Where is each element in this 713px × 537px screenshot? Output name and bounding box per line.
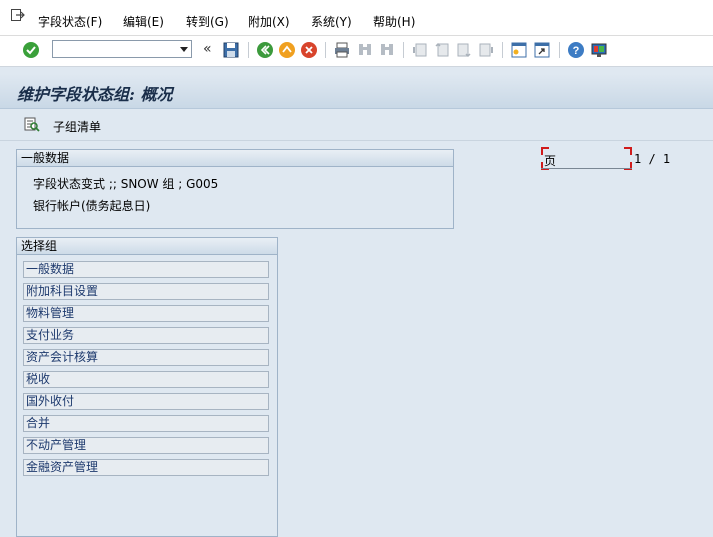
chevron-down-icon[interactable] <box>180 47 188 52</box>
find-icon[interactable] <box>356 41 374 59</box>
group-item-asset-accounting[interactable]: 资产会计核算 <box>23 349 269 366</box>
select-group-header: 选择组 <box>17 238 277 255</box>
group-description-text: 银行帐户(债务起息日) <box>33 199 151 213</box>
new-session-icon[interactable] <box>510 41 528 59</box>
subgroup-list-icon[interactable] <box>24 116 40 132</box>
group-item-taxes[interactable]: 税收 <box>23 371 269 388</box>
subgroup-list-button[interactable]: 子组清单 <box>53 118 101 135</box>
exit-icon[interactable] <box>278 41 296 59</box>
prev-page-icon[interactable] <box>433 41 451 59</box>
shortcut-icon[interactable] <box>533 41 551 59</box>
group-item-materials-management[interactable]: 物料管理 <box>23 305 269 322</box>
select-group-box: 选择组 一般数据 附加科目设置 物料管理 支付业务 资产会计核算 税收 国外收付… <box>16 237 278 537</box>
command-field[interactable] <box>52 40 192 58</box>
general-data-header: 一般数据 <box>17 150 453 167</box>
menu-goto[interactable]: 转到(G) <box>186 13 229 30</box>
menu-edit[interactable]: 编辑(E) <box>123 13 164 30</box>
title-bar: 维护字段状态组: 概况 <box>0 74 713 109</box>
menu-bar: 字段状态(F) 编辑(E) 转到(G) 附加(X) 系统(Y) 帮助(H) <box>0 0 713 36</box>
menu-extras[interactable]: 附加(X) <box>248 13 290 30</box>
print-icon[interactable] <box>333 41 351 59</box>
menu-exit-icon[interactable] <box>11 9 25 21</box>
next-page-icon[interactable] <box>455 41 473 59</box>
group-item-general-data[interactable]: 一般数据 <box>23 261 269 278</box>
cancel-icon[interactable] <box>300 41 318 59</box>
application-toolbar: 子组清单 <box>0 109 713 141</box>
collapse-icon[interactable]: « <box>203 41 212 57</box>
group-item-financial-assets[interactable]: 金融资产管理 <box>23 459 269 476</box>
group-item-consolidation[interactable]: 合并 <box>23 415 269 432</box>
last-page-icon[interactable] <box>477 41 495 59</box>
menu-field-status[interactable]: 字段状态(F) <box>38 13 102 30</box>
group-item-real-estate[interactable]: 不动产管理 <box>23 437 269 454</box>
first-page-icon[interactable] <box>411 41 429 59</box>
group-item-additional-account[interactable]: 附加科目设置 <box>23 283 269 300</box>
find-next-icon[interactable] <box>378 41 396 59</box>
svg-text:?: ? <box>573 45 580 57</box>
field-status-variant-text: 字段状态变式 ;; SNOW 组 ; G005 <box>33 177 219 191</box>
menu-help[interactable]: 帮助(H) <box>373 13 415 30</box>
save-icon[interactable] <box>222 41 240 59</box>
page-label: 页 <box>544 154 557 168</box>
enter-icon[interactable] <box>22 41 40 59</box>
page-number: 1 / 1 <box>634 152 671 166</box>
page-title: 维护字段状态组: 概况 <box>17 85 173 104</box>
standard-toolbar: « ? <box>0 36 713 67</box>
general-data-group: 一般数据 字段状态变式 ;; SNOW 组 ; G005 银行帐户(债务起息日) <box>16 149 454 229</box>
back-icon[interactable] <box>256 41 274 59</box>
layout-icon[interactable] <box>590 41 608 59</box>
group-item-foreign-payments[interactable]: 国外收付 <box>23 393 269 410</box>
menu-system[interactable]: 系统(Y) <box>311 13 352 30</box>
group-item-payment-transactions[interactable]: 支付业务 <box>23 327 269 344</box>
help-icon[interactable]: ? <box>567 41 585 59</box>
